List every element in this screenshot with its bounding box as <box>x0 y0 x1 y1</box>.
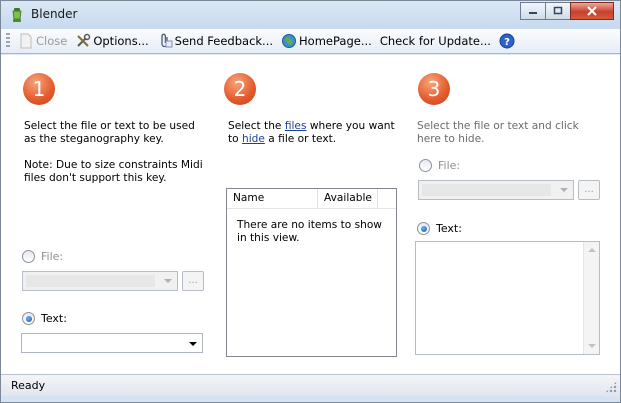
resize-grip[interactable] <box>605 381 617 393</box>
scroll-up-icon[interactable] <box>588 248 596 252</box>
chevron-down-icon <box>189 342 197 346</box>
step-3-badge: 3 <box>418 73 450 105</box>
step-3-text-option[interactable]: Text: <box>417 222 462 235</box>
step-3-text-label: Text: <box>436 222 462 235</box>
homepage-label: HomePage... <box>299 34 372 48</box>
homepage-button[interactable]: HomePage... <box>277 30 376 52</box>
vertical-scrollbar[interactable] <box>583 242 599 354</box>
step-1-note: Note: Due to size constraints Midi files… <box>24 159 203 184</box>
close-icon <box>587 6 597 16</box>
toolbar-grip[interactable] <box>6 33 10 49</box>
main-panel: 1 Select the file or text to be used as … <box>1 55 620 374</box>
paperclip-icon <box>161 33 173 48</box>
listview-empty-message: There are no items to show in this view. <box>237 219 382 244</box>
step-1-file-radio[interactable] <box>22 250 35 263</box>
close-button[interactable]: Close <box>14 30 71 52</box>
step-1-file-label: File: <box>41 250 64 263</box>
files-listview[interactable]: Name Available There are no items to sho… <box>226 188 397 357</box>
step-3-text-area[interactable] <box>415 241 600 355</box>
document-close-icon <box>20 33 32 49</box>
tools-icon <box>77 33 91 47</box>
column-header-name[interactable]: Name <box>227 189 318 208</box>
step-3-file-combo[interactable] <box>418 180 574 200</box>
minimize-icon <box>529 12 537 14</box>
step-2-description: Select the files where you want to hide … <box>228 120 403 146</box>
step-1-badge: 1 <box>23 73 55 105</box>
send-feedback-label: Send Feedback... <box>174 34 274 48</box>
step-2-badge: 2 <box>224 73 256 105</box>
step-1-browse-button[interactable]: ... <box>182 271 204 291</box>
check-update-label: Check for Update... <box>379 34 491 48</box>
listview-header: Name Available <box>227 189 396 209</box>
window-bottom-frame <box>1 396 620 402</box>
svg-text:?: ? <box>504 37 510 48</box>
minimize-button[interactable] <box>520 2 546 20</box>
check-update-button[interactable]: Check for Update... <box>376 30 495 52</box>
files-link[interactable]: files <box>285 120 307 132</box>
step-1-text-radio[interactable] <box>22 312 35 325</box>
status-bar: Ready <box>1 374 620 396</box>
step-1-file-combo[interactable] <box>22 271 178 291</box>
options-button[interactable]: Options... <box>71 30 152 52</box>
maximize-icon <box>553 6 563 15</box>
step-3-browse-button[interactable]: ... <box>578 180 600 200</box>
window-title: Blender <box>31 7 78 21</box>
hide-link[interactable]: hide <box>242 133 265 145</box>
blender-app-icon <box>12 8 22 22</box>
step-1-file-option[interactable]: File: <box>22 250 63 263</box>
maximize-button[interactable] <box>545 2 571 20</box>
step-3-file-label: File: <box>438 159 461 172</box>
close-label: Close <box>36 34 68 48</box>
options-label: Options... <box>93 34 149 48</box>
step-1-description: Select the file or text to be used as th… <box>24 120 195 145</box>
step-3-text-radio[interactable] <box>417 222 430 235</box>
help-button[interactable]: ? <box>495 30 521 52</box>
step-3-file-option[interactable]: File: <box>419 159 460 172</box>
step-2-text-prefix: Select the <box>228 120 285 132</box>
chevron-down-icon <box>164 279 172 283</box>
status-text: Ready <box>11 379 46 392</box>
column-header-available[interactable]: Available <box>318 189 378 208</box>
step-1-text-dropdown[interactable] <box>21 333 203 353</box>
app-window: Blender Close Options... Send Feedback..… <box>0 0 621 403</box>
scroll-down-icon[interactable] <box>588 344 596 348</box>
step-3-description[interactable]: Select the file or text and click here t… <box>417 120 597 146</box>
chevron-down-icon <box>560 188 568 192</box>
help-icon: ? <box>499 33 515 49</box>
step-1-text-label: Text: <box>41 312 67 325</box>
globe-icon <box>282 34 297 48</box>
send-feedback-button[interactable]: Send Feedback... <box>153 30 277 52</box>
step-3-file-radio[interactable] <box>419 159 432 172</box>
step-1-text-option[interactable]: Text: <box>22 312 67 325</box>
close-window-button[interactable] <box>570 2 614 20</box>
toolbar: Close Options... Send Feedback... HomePa… <box>1 29 620 54</box>
title-bar[interactable]: Blender <box>1 1 620 29</box>
step-2-text-suffix: a file or text. <box>264 133 337 145</box>
